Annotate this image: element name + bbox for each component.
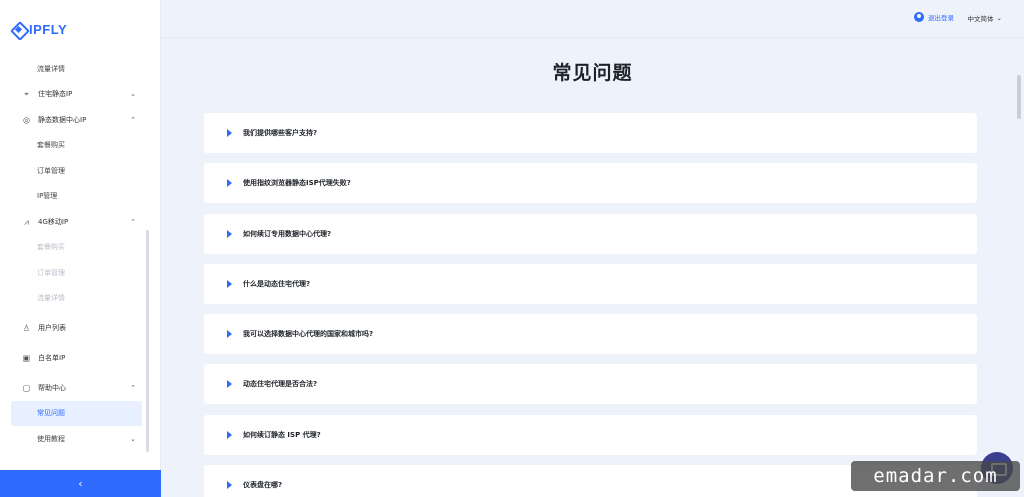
sidebar-item-tutorial[interactable]: 使用教程 ⌄	[0, 426, 150, 452]
shield-icon: ▣	[22, 353, 31, 363]
caret-right-icon	[227, 380, 232, 389]
faq-item[interactable]: 如何续订专用数据中心代理?	[204, 213, 977, 254]
faq-question: 动态住宅代理是否合法?	[243, 380, 318, 389]
sidebar-item-help-center[interactable]: ▢ 帮助中心 ⌃	[0, 375, 150, 401]
sidebar-item-label: 套餐购买	[37, 141, 65, 150]
sidebar-item-whitelist-ip[interactable]: ▣ 白名单IP	[0, 346, 150, 372]
help-icon: ▢	[22, 383, 31, 393]
caret-right-icon	[227, 481, 232, 490]
sidebar-item-ip-management[interactable]: IP管理	[0, 184, 150, 210]
sidebar-item-static-datacenter-ip[interactable]: ◎ 静态数据中心IP ⌃	[0, 107, 150, 133]
logo-icon	[12, 23, 25, 36]
faq-item[interactable]: 什么是动态住宅代理?	[204, 263, 977, 304]
sidebar-item-4g-traffic-details[interactable]: 流量详情	[0, 286, 150, 312]
sidebar-collapse-button[interactable]: ‹	[0, 470, 161, 497]
sidebar-item-label: 使用教程	[37, 434, 65, 443]
faq-item[interactable]: 使用指纹浏览器静态ISP代理失败?	[204, 163, 977, 204]
language-label: 中文简体	[967, 15, 994, 23]
sidebar-scrollbar[interactable]	[146, 230, 149, 452]
sidebar-item-order-management[interactable]: 订单管理	[0, 158, 150, 184]
caret-right-icon	[227, 279, 232, 288]
chevron-up-icon: ⌃	[130, 217, 136, 226]
faq-question: 我们提供哪些客户支持?	[243, 129, 318, 137]
sidebar-item-label: IP管理	[37, 192, 58, 201]
chevron-down-icon: ⌄	[996, 14, 1002, 22]
caret-right-icon	[227, 330, 232, 339]
faq-list: 我们提供哪些客户支持? 使用指纹浏览器静态ISP代理失败? 如何续订专用数据中心…	[204, 113, 977, 497]
sidebar-item-label: 流量详情	[37, 294, 65, 303]
brand-logo[interactable]: IPFLY	[12, 22, 67, 37]
faq-item[interactable]: 我可以选择数据中心代理的国家和城市吗?	[204, 314, 977, 355]
caret-right-icon	[227, 229, 232, 238]
sidebar-item-label: 静态数据中心IP	[38, 115, 87, 124]
sidebar-item-label: 订单管理	[37, 166, 65, 175]
caret-right-icon	[227, 430, 232, 439]
language-select[interactable]: 中文简体 ⌄	[968, 13, 1002, 23]
signal-icon: ⩘	[24, 217, 29, 227]
faq-question: 如何续订静态 ISP 代理?	[243, 430, 321, 439]
brand-name: IPFLY	[29, 22, 68, 37]
faq-item[interactable]: 我们提供哪些客户支持?	[204, 113, 977, 153]
sidebar-item-package-purchase[interactable]: 套餐购买	[0, 133, 150, 159]
chevron-left-icon: ‹	[78, 477, 83, 490]
sidebar-item-faq[interactable]: 常见问题	[11, 400, 142, 426]
sidebar-item-label: 常见问题	[37, 409, 65, 418]
top-bar: 退出登录 中文简体 ⌄	[161, 0, 1024, 38]
chevron-down-icon: ⌄	[130, 90, 136, 99]
avatar-icon	[914, 12, 924, 22]
globe-icon: ◎	[23, 115, 30, 125]
caret-right-icon	[227, 129, 232, 137]
sidebar-item-label: 订单管理	[37, 268, 65, 277]
sidebar-item-traffic-details[interactable]: 流量详情	[0, 56, 150, 82]
page-title: 常见问题	[552, 62, 633, 84]
faq-question: 如何续订专用数据中心代理?	[243, 229, 332, 238]
sidebar: IPFLY 流量详情 ⌖ 住宅静态IP ⌄ ◎ 静态数据中心IP ⌃ 套餐购买 …	[0, 0, 161, 497]
sidebar-item-user-list[interactable]: ♙ 用户列表	[0, 315, 150, 341]
watermark: emadar.com	[851, 461, 1020, 491]
pin-icon: ⌖	[24, 89, 29, 99]
sidebar-item-residential-static-ip[interactable]: ⌖ 住宅静态IP ⌄	[0, 82, 150, 108]
page-scrollbar[interactable]	[1017, 75, 1021, 119]
sidebar-item-label: 流量详情	[37, 64, 65, 73]
faq-question: 什么是动态住宅代理?	[243, 279, 311, 288]
faq-item[interactable]: 动态住宅代理是否合法?	[204, 364, 977, 405]
sidebar-item-4g-package-purchase[interactable]: 套餐购买	[0, 235, 150, 261]
chevron-up-icon: ⌃	[130, 115, 136, 124]
faq-question: 仪表盘在哪?	[243, 481, 283, 490]
user-icon: ♙	[22, 323, 31, 333]
caret-right-icon	[227, 179, 232, 188]
user-menu[interactable]: 退出登录	[914, 12, 954, 22]
user-label: 退出登录	[928, 14, 954, 22]
sidebar-item-label: 套餐购买	[37, 243, 65, 252]
faq-question: 我可以选择数据中心代理的国家和城市吗?	[243, 330, 374, 339]
faq-question: 使用指纹浏览器静态ISP代理失败?	[243, 179, 351, 188]
sidebar-item-label: 住宅静态IP	[38, 90, 73, 99]
faq-item[interactable]: 如何续订静态 ISP 代理?	[204, 414, 977, 455]
sidebar-item-4g-order-management[interactable]: 订单管理	[0, 260, 150, 286]
sidebar-item-4g-mobile-ip[interactable]: ⩘ 4G移动IP ⌃	[0, 209, 150, 235]
chevron-up-icon: ⌃	[130, 383, 136, 392]
sidebar-menu: 流量详情 ⌖ 住宅静态IP ⌄ ◎ 静态数据中心IP ⌃ 套餐购买 订单管理 I…	[0, 56, 150, 452]
chevron-down-icon: ⌄	[130, 434, 136, 443]
